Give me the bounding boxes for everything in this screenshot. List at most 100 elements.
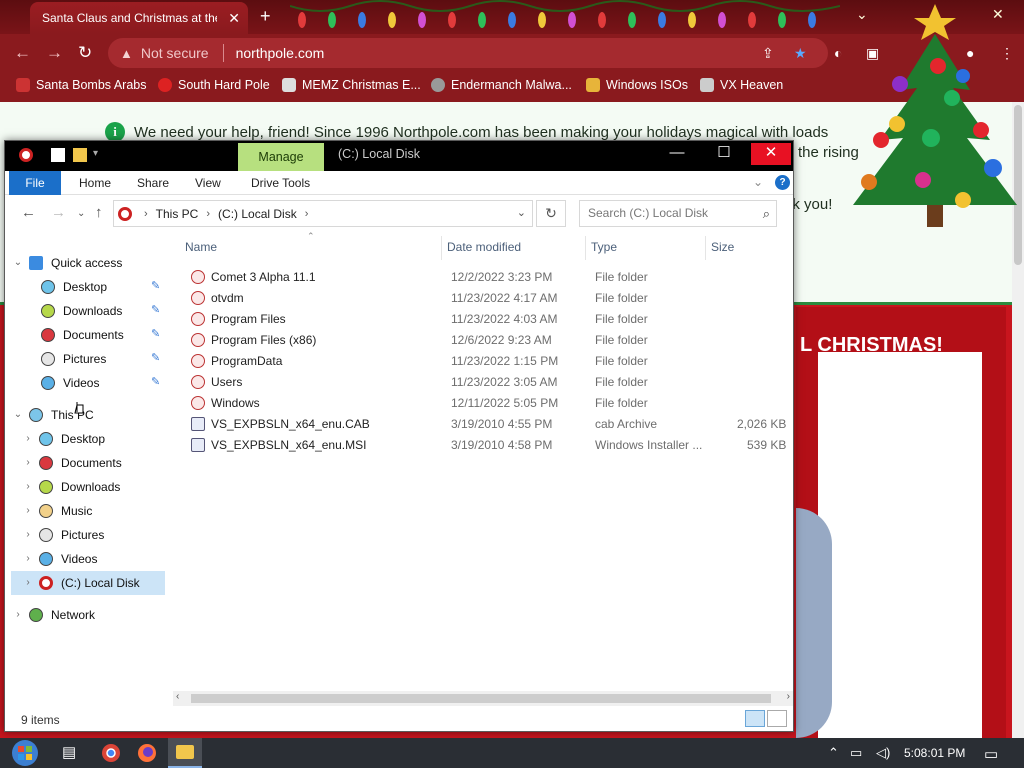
- nav-pc-downloads[interactable]: › Downloads: [21, 475, 120, 499]
- breadcrumb[interactable]: › This PC › (C:) Local Disk › ⌄: [113, 200, 533, 227]
- close-button[interactable]: ✕: [751, 143, 791, 165]
- forward-icon[interactable]: →: [51, 204, 66, 221]
- file-row[interactable]: Users 11/23/2022 3:05 AM File folder: [183, 372, 783, 393]
- column-divider[interactable]: [441, 236, 442, 260]
- properties-icon[interactable]: [51, 148, 65, 162]
- chevron-right-icon[interactable]: ›: [21, 499, 35, 523]
- forward-icon[interactable]: →: [46, 43, 63, 63]
- extension-icon[interactable]: ◐: [834, 45, 842, 61]
- nav-quick-documents[interactable]: Documents: [41, 323, 124, 347]
- qat-dropdown-icon[interactable]: ▾: [93, 148, 107, 162]
- chevron-down-icon[interactable]: ⌄: [11, 251, 25, 275]
- chevron-right-icon[interactable]: ›: [21, 427, 35, 451]
- nav-pc-documents[interactable]: › Documents: [21, 451, 122, 475]
- network-icon[interactable]: ▭: [850, 745, 862, 761]
- details-view-icon[interactable]: [745, 710, 765, 727]
- search-icon[interactable]: ⌕: [763, 201, 770, 226]
- column-header-date[interactable]: Date modified: [447, 240, 521, 254]
- chevron-up-icon[interactable]: ⌃: [828, 745, 839, 761]
- clock[interactable]: 5:08:01 PM: [904, 746, 965, 760]
- nav-pc-pictures[interactable]: › Pictures: [21, 523, 104, 547]
- reload-icon[interactable]: ↻: [78, 43, 92, 63]
- manage-context-tab[interactable]: Manage: [238, 143, 324, 171]
- pin-icon[interactable]: ✎: [151, 375, 160, 388]
- column-header-size[interactable]: Size: [711, 240, 734, 254]
- notification-icon[interactable]: ▭: [984, 745, 998, 763]
- bookmark-item[interactable]: MEMZ Christmas E...: [282, 78, 421, 92]
- file-row[interactable]: VS_EXPBSLN_x64_enu.MSI 3/19/2010 4:58 PM W…: [183, 435, 786, 456]
- file-row[interactable]: VS_EXPBSLN_x64_enu.CAB 3/19/2010 4:55 PM c…: [183, 414, 786, 435]
- url-text[interactable]: northpole.com: [236, 45, 325, 61]
- browser-tab[interactable]: Santa Claus and Christmas at the ✕: [30, 2, 248, 34]
- tab-file[interactable]: File: [9, 171, 61, 195]
- nav-quick-access[interactable]: ⌄ Quick access: [11, 251, 122, 275]
- file-row[interactable]: Program Files (x86) 12/6/2022 9:23 AM File…: [183, 330, 783, 351]
- chevron-right-icon[interactable]: ›: [305, 208, 309, 220]
- nav-pc-videos[interactable]: › Videos: [21, 547, 97, 571]
- firefox-icon[interactable]: [136, 743, 158, 763]
- horizontal-scrollbar[interactable]: ‹ ›: [173, 691, 793, 706]
- nav-network[interactable]: › Network: [11, 603, 95, 627]
- column-divider[interactable]: [705, 236, 706, 260]
- recent-dropdown-icon[interactable]: ⌄: [77, 208, 85, 219]
- scroll-right-icon[interactable]: ›: [787, 691, 790, 702]
- tab-share[interactable]: Share: [137, 171, 169, 195]
- refresh-button[interactable]: ↻: [536, 200, 566, 227]
- volume-icon[interactable]: ◁): [876, 745, 890, 761]
- new-folder-icon[interactable]: [73, 148, 87, 162]
- explorer-taskbar-button[interactable]: [168, 738, 202, 768]
- breadcrumb-local-disk[interactable]: (C:) Local Disk: [218, 207, 297, 221]
- back-icon[interactable]: ←: [21, 204, 36, 221]
- horizontal-scrollbar-thumb[interactable]: [191, 694, 771, 703]
- tab-drive-tools[interactable]: Drive Tools: [251, 171, 310, 195]
- chevron-right-icon[interactable]: ›: [21, 571, 35, 595]
- chevron-right-icon[interactable]: ›: [21, 547, 35, 571]
- chevron-right-icon[interactable]: ›: [21, 451, 35, 475]
- bookmark-item[interactable]: VX Heaven: [700, 78, 783, 92]
- chrome-icon[interactable]: [100, 743, 122, 763]
- nav-pc-desktop[interactable]: › Desktop: [21, 427, 105, 451]
- help-icon[interactable]: ?: [775, 175, 790, 190]
- nav-pc-music[interactable]: › Music: [21, 499, 92, 523]
- nav-quick-pictures[interactable]: Pictures: [41, 347, 106, 371]
- bookmark-item[interactable]: Endermanch Malwa...: [431, 78, 572, 92]
- start-button-icon[interactable]: [10, 739, 40, 767]
- bookmark-item[interactable]: Santa Bombs Arabs: [16, 78, 146, 92]
- share-icon[interactable]: ⇪: [762, 45, 774, 62]
- file-row[interactable]: Comet 3 Alpha 11.1 12/2/2022 3:23 PM File …: [183, 267, 783, 288]
- pin-icon[interactable]: ✎: [151, 279, 160, 292]
- column-header-type[interactable]: Type: [591, 240, 617, 254]
- nav-quick-desktop[interactable]: Desktop: [41, 275, 107, 299]
- chevron-right-icon[interactable]: ›: [21, 523, 35, 547]
- task-view-icon[interactable]: ▤: [62, 743, 84, 763]
- tab-close-icon[interactable]: ✕: [228, 10, 240, 27]
- minimize-button[interactable]: —: [657, 143, 697, 165]
- chevron-right-icon[interactable]: ›: [21, 475, 35, 499]
- file-row[interactable]: Program Files 11/23/2022 4:03 AM File fold…: [183, 309, 783, 330]
- chevron-down-icon[interactable]: ⌄: [517, 206, 526, 219]
- scroll-left-icon[interactable]: ‹: [176, 691, 179, 702]
- file-row[interactable]: ProgramData 11/23/2022 1:15 PM File folder: [183, 351, 783, 372]
- chevron-down-icon[interactable]: ⌄: [11, 403, 25, 427]
- tab-home[interactable]: Home: [79, 171, 111, 195]
- new-tab-button[interactable]: +: [260, 6, 271, 27]
- maximize-button[interactable]: ☐: [704, 143, 744, 165]
- nav-pc-local-disk[interactable]: › (C:) Local Disk: [11, 571, 165, 595]
- large-icons-view-icon[interactable]: [767, 710, 787, 727]
- bookmark-item[interactable]: South Hard Pole: [158, 78, 270, 92]
- pin-icon[interactable]: ✎: [151, 327, 160, 340]
- nav-quick-downloads[interactable]: Downloads: [41, 299, 122, 323]
- explorer-title-bar[interactable]: ▾ Manage (C:) Local Disk — ☐ ✕: [5, 141, 793, 171]
- chevron-right-icon[interactable]: ›: [144, 208, 148, 220]
- back-icon[interactable]: ←: [14, 43, 31, 63]
- chevron-right-icon[interactable]: ›: [11, 603, 25, 627]
- file-row[interactable]: otvdm 11/23/2022 4:17 AM File folder: [183, 288, 783, 309]
- ribbon-expand-icon[interactable]: ⌄: [753, 175, 763, 189]
- pin-icon[interactable]: ✎: [151, 351, 160, 364]
- up-icon[interactable]: ↑: [95, 204, 103, 221]
- pin-icon[interactable]: ✎: [151, 303, 160, 316]
- chevron-right-icon[interactable]: ›: [206, 208, 210, 220]
- breadcrumb-this-pc[interactable]: This PC: [156, 207, 199, 221]
- file-row[interactable]: Windows 12/11/2022 5:05 PM File folder: [183, 393, 783, 414]
- tab-view[interactable]: View: [195, 171, 221, 195]
